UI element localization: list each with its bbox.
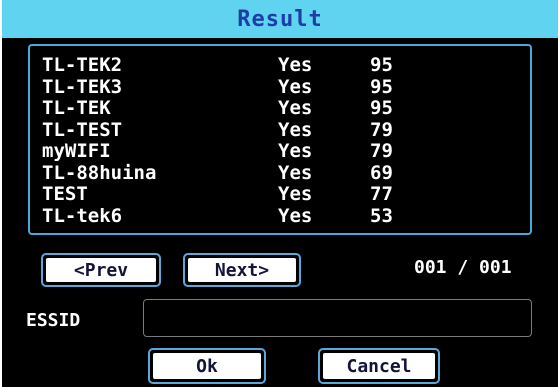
network-encryption: Yes bbox=[278, 161, 313, 184]
network-row[interactable]: TL-TEK Yes 95 bbox=[42, 98, 522, 120]
network-row[interactable]: TL-TEK2 Yes 95 bbox=[42, 55, 522, 77]
network-name: myWIFI bbox=[42, 140, 111, 162]
prev-page-label: <Prev bbox=[46, 258, 156, 282]
network-name: TL-TEK2 bbox=[42, 54, 123, 76]
network-signal: 79 bbox=[370, 118, 393, 141]
network-encryption: Yes bbox=[278, 183, 313, 205]
network-name: TEST bbox=[42, 183, 88, 205]
title-bar: Result bbox=[2, 0, 558, 38]
network-encryption: Yes bbox=[278, 75, 313, 98]
network-signal: 95 bbox=[370, 54, 393, 76]
network-row[interactable]: TL-TEST Yes 79 bbox=[42, 118, 522, 142]
cancel-button[interactable]: Cancel bbox=[318, 348, 440, 384]
prev-page-button[interactable]: <Prev bbox=[41, 253, 161, 287]
network-row[interactable]: TL-TEK3 Yes 95 bbox=[42, 75, 522, 99]
network-encryption: Yes bbox=[278, 97, 313, 119]
network-signal: 77 bbox=[370, 183, 393, 205]
network-signal: 53 bbox=[370, 204, 393, 227]
network-encryption: Yes bbox=[278, 140, 313, 162]
network-signal: 95 bbox=[370, 75, 393, 98]
network-name: TL-TEST bbox=[42, 118, 123, 141]
network-row[interactable]: myWIFI Yes 79 bbox=[42, 141, 522, 163]
cancel-label: Cancel bbox=[323, 353, 435, 379]
results-list-box: TL-TEK2 Yes 95 TL-TEK3 Yes 95 TL-TEK Yes… bbox=[28, 44, 532, 235]
network-name: TL-TEK bbox=[42, 97, 111, 119]
next-page-button[interactable]: Next> bbox=[183, 253, 301, 287]
dialog-title: Result bbox=[237, 6, 323, 32]
network-name: TL-88huina bbox=[42, 161, 157, 184]
network-encryption: Yes bbox=[278, 54, 313, 76]
network-encryption: Yes bbox=[278, 118, 313, 141]
network-row[interactable]: TL-tek6 Yes 53 bbox=[42, 204, 522, 228]
next-page-label: Next> bbox=[188, 258, 296, 282]
results-list: TL-TEK2 Yes 95 TL-TEK3 Yes 95 TL-TEK Yes… bbox=[42, 55, 522, 227]
ok-button[interactable]: Ok bbox=[148, 348, 266, 384]
network-encryption: Yes bbox=[278, 204, 313, 227]
network-name: TL-tek6 bbox=[42, 204, 123, 227]
network-signal: 95 bbox=[370, 97, 393, 119]
network-name: TL-TEK3 bbox=[42, 75, 123, 98]
network-row[interactable]: TL-88huina Yes 69 bbox=[42, 161, 522, 185]
essid-input[interactable] bbox=[143, 299, 532, 337]
network-signal: 79 bbox=[370, 140, 393, 162]
ok-label: Ok bbox=[153, 353, 261, 379]
page-counter: 001 / 001 bbox=[414, 257, 512, 278]
network-row[interactable]: TEST Yes 77 bbox=[42, 184, 522, 206]
wifi-scan-dialog: Result TL-TEK2 Yes 95 TL-TEK3 Yes 95 TL-… bbox=[2, 0, 558, 387]
network-signal: 69 bbox=[370, 161, 393, 184]
essid-label: ESSID bbox=[26, 310, 81, 331]
